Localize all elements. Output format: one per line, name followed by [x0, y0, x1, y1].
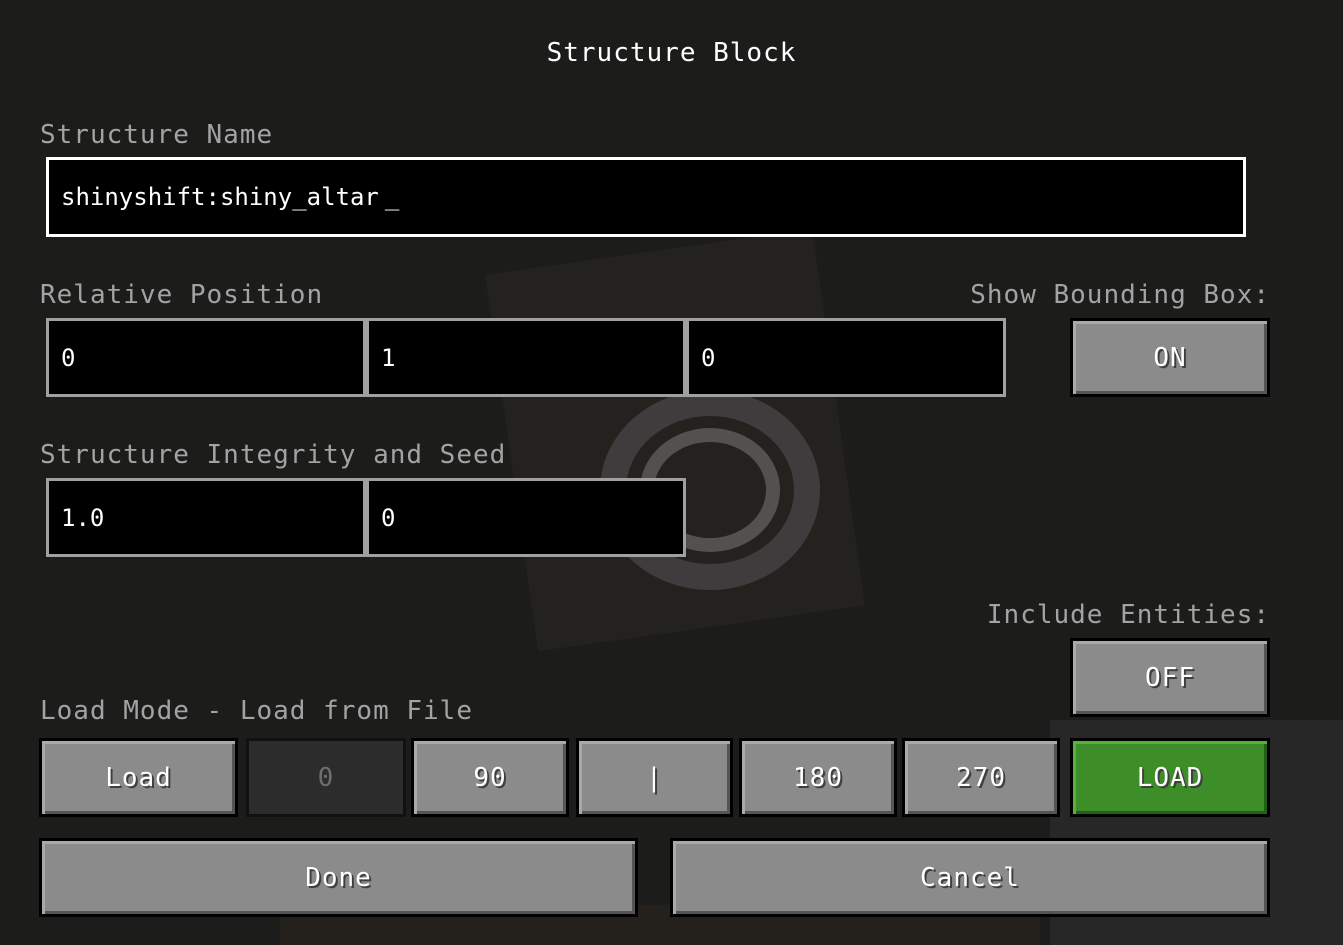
mirror-button[interactable]: | — [576, 738, 733, 817]
text-caret: _ — [384, 183, 400, 211]
bounding-box-label: Show Bounding Box: — [970, 280, 1270, 310]
load-action-button[interactable]: LOAD — [1070, 738, 1270, 817]
integrity-seed-label: Structure Integrity and Seed — [40, 440, 507, 470]
mode-button[interactable]: Load — [39, 738, 238, 817]
rotation-180-button[interactable]: 180 — [739, 738, 897, 817]
structure-name-label: Structure Name — [40, 120, 274, 150]
structure-name-input[interactable]: shinyshift:shiny_altar _ — [46, 157, 1246, 237]
bounding-box-toggle[interactable]: ON — [1070, 318, 1270, 397]
cancel-button[interactable]: Cancel — [670, 838, 1270, 917]
done-button[interactable]: Done — [39, 838, 638, 917]
integrity-input[interactable]: 1.0 — [46, 478, 366, 557]
structure-name-value: shinyshift:shiny_altar — [61, 183, 379, 211]
include-entities-label: Include Entities: — [986, 600, 1270, 630]
seed-input[interactable]: 0 — [366, 478, 686, 557]
rotation-90-button[interactable]: 90 — [411, 738, 569, 817]
position-x-input[interactable]: 0 — [46, 318, 366, 397]
rotation-270-button[interactable]: 270 — [902, 738, 1060, 817]
relative-position-label: Relative Position — [40, 280, 324, 310]
include-entities-toggle[interactable]: OFF — [1070, 638, 1270, 717]
load-mode-label: Load Mode - Load from File — [40, 696, 473, 726]
position-z-input[interactable]: 0 — [686, 318, 1006, 397]
background-block — [485, 228, 865, 652]
screen-title: Structure Block — [546, 38, 797, 68]
rotation-0-button[interactable]: 0 — [246, 738, 406, 817]
position-y-input[interactable]: 1 — [366, 318, 686, 397]
